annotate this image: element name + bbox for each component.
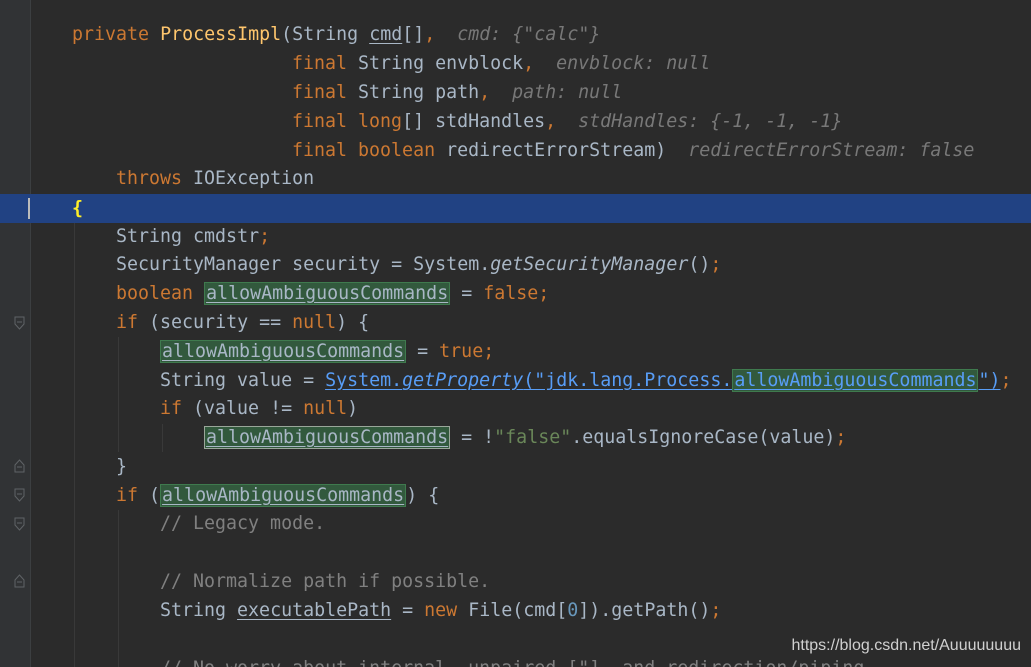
code-line: final String envblock, envblock: null (292, 53, 711, 74)
code-line: } (116, 456, 128, 477)
usage-highlight: allowAmbiguousCommands (204, 282, 451, 305)
parameter-hint: cmd: {"calc"} (457, 24, 601, 45)
code-line: allowAmbiguousCommands = !"false".equals… (204, 426, 847, 449)
usage-highlight: allowAmbiguousCommands (160, 484, 407, 507)
text-caret (28, 198, 30, 219)
code-line: final long[] stdHandles, stdHandles: {-1,… (292, 111, 843, 132)
parameter-hint: envblock: null (556, 53, 711, 74)
code-line: String value = System.getProperty("jdk.l… (160, 369, 1012, 392)
code-line: final boolean redirectErrorStream) redire… (292, 140, 975, 161)
code-line: if (allowAmbiguousCommands) { (116, 484, 440, 507)
parameter-hint: redirectErrorStream: false (688, 140, 975, 161)
parameter-hint: path: null (512, 82, 623, 103)
code-line: if (security == null) { (116, 312, 370, 333)
code-line: String cmdstr; (116, 226, 271, 247)
code-line: boolean allowAmbiguousCommands = false; (116, 282, 550, 305)
usage-highlight: allowAmbiguousCommands (160, 340, 407, 363)
usage-highlight-selected: allowAmbiguousCommands (204, 426, 451, 449)
code-line: private ProcessImpl(String cmd[], cmd: {"… (72, 24, 601, 45)
code-editor[interactable]: private ProcessImpl(String cmd[], cmd: {"… (0, 0, 1031, 667)
code-line: String executablePath = new File(cmd[0])… (160, 600, 722, 621)
code-comment: // No worry about internal, unpaired ["]… (160, 654, 875, 667)
code-line: // Normalize path if possible. (0, 567, 1031, 596)
code-link[interactable]: System.getProperty("jdk.lang.Process. all… (325, 369, 1001, 392)
code-line: // Legacy mode. (0, 509, 1031, 538)
parameter-hint: stdHandles: {-1, -1, -1} (578, 111, 843, 132)
code-line: if (value != null) (160, 398, 359, 419)
code-comment: // Normalize path if possible. (160, 571, 491, 592)
current-line: { (0, 194, 1031, 223)
watermark: https://blog.csdn.net/Auuuuuuuu (791, 637, 1021, 654)
usage-highlight: allowAmbiguousCommands (732, 369, 979, 392)
code-line: final String path, path: null (292, 82, 623, 103)
code-line: SecurityManager security = System.getSec… (116, 254, 722, 275)
code-line: throws IOException (116, 168, 315, 189)
code-comment: // Legacy mode. (160, 513, 326, 534)
code-line: // No worry about internal, unpaired ["]… (0, 654, 1031, 667)
code-line: allowAmbiguousCommands = true; (160, 340, 495, 363)
